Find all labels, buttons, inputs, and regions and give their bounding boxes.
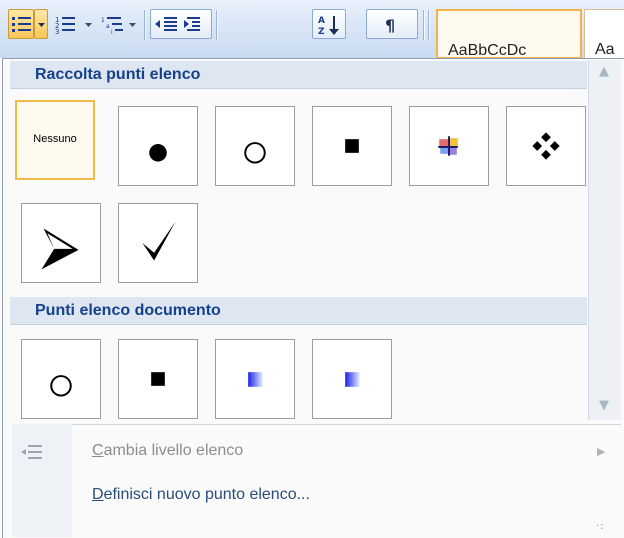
svg-text:3: 3 (55, 28, 59, 36)
multilevel-list-icon: 1 a i (101, 17, 136, 36)
multilevel-list-button[interactable]: 1 a i (98, 9, 140, 39)
scroll-down-icon[interactable]: ▼ (599, 398, 609, 413)
chevron-down-icon (85, 23, 92, 27)
section-header-library: Raccolta punti elenco (10, 61, 587, 89)
four-diamonds-bullet-icon (532, 132, 560, 160)
style-preview-text: AaBbCcDc (448, 42, 527, 59)
sort-icon: A Z (318, 16, 339, 37)
blue-gradient-square-bullet-icon (345, 372, 360, 387)
submenu-arrow-icon: ▶ (597, 445, 606, 458)
colored-cross-bullet-icon (438, 136, 458, 156)
menu-item-change-list-level[interactable]: Cambia livello elenco ▶ (12, 432, 612, 472)
bullet-option-four-diamonds[interactable] (506, 106, 586, 186)
svg-text:1: 1 (101, 17, 105, 24)
pilcrow-icon: ¶ (385, 16, 395, 35)
filled-square-bullet-icon (345, 139, 359, 153)
indent-group (150, 9, 212, 39)
section-title: Raccolta punti elenco (35, 66, 201, 83)
bullet-option-checkmark[interactable] (118, 203, 198, 283)
bullet-option-none[interactable]: Nessuno (15, 100, 95, 180)
numbering-dropdown-button[interactable] (82, 9, 94, 39)
style-normal[interactable]: AaBbCcDc (436, 9, 582, 59)
menu-item-define-new-bullet[interactable]: Definisci nuovo punto elenco... (12, 476, 612, 516)
change-level-icon (21, 445, 42, 459)
scroll-up-icon[interactable]: ▲ (599, 64, 609, 79)
document-bullet-blue-gradient-square[interactable] (312, 339, 392, 419)
decrease-indent-icon (155, 17, 177, 31)
section-header-document: Punti elenco documento (10, 297, 587, 325)
svg-text:i: i (111, 29, 113, 36)
document-bullet-hollow-circle[interactable] (21, 339, 101, 419)
bullet-option-filled-circle[interactable] (118, 106, 198, 186)
filled-circle-bullet-icon (149, 144, 167, 162)
bullet-option-arrowhead[interactable] (21, 203, 101, 283)
document-bullet-blue-gradient-square[interactable] (215, 339, 295, 419)
numbering-button[interactable]: 1 2 3 (52, 9, 80, 39)
numbering-icon: 1 2 3 (55, 16, 75, 36)
bullets-icon (12, 17, 31, 32)
bullets-button[interactable] (8, 9, 34, 39)
menu-item-label: Cambia livello elenco (92, 442, 244, 459)
menu-divider (12, 424, 621, 425)
gallery-scrollbar[interactable]: ▲ ▼ (588, 60, 621, 420)
hollow-circle-bullet-icon (50, 375, 72, 397)
resize-grip-icon[interactable]: ·: (596, 521, 605, 532)
svg-text:A: A (318, 16, 325, 26)
hollow-circle-bullet-icon (244, 142, 266, 164)
bullet-option-colored-cross[interactable] (409, 106, 489, 186)
style-next[interactable]: Aa (584, 9, 624, 59)
show-formatting-marks-button[interactable]: ¶ (366, 9, 418, 39)
arrowhead-bullet-icon (41, 228, 79, 270)
ribbon-separator (428, 10, 429, 40)
svg-text:a: a (106, 23, 110, 30)
svg-text:Z: Z (318, 27, 325, 37)
sort-button[interactable]: A Z (312, 9, 346, 39)
bullet-option-hollow-circle[interactable] (215, 106, 295, 186)
checkmark-bullet-icon (142, 221, 176, 261)
increase-indent-icon (184, 17, 200, 31)
ribbon-separator (144, 10, 145, 40)
ribbon-separator (216, 10, 217, 40)
menu-item-label: Definisci nuovo punto elenco... (92, 486, 310, 503)
ribbon-paragraph-strip: 1 2 3 1 a i A Z ¶ AaBbCcDc Aa (0, 0, 624, 59)
document-bullet-filled-square[interactable] (118, 339, 198, 419)
section-title: Punti elenco documento (35, 302, 221, 319)
chevron-down-icon (38, 23, 45, 27)
bullet-none-label: Nessuno (33, 133, 77, 145)
blue-gradient-square-bullet-icon (248, 372, 263, 387)
filled-square-bullet-icon (151, 372, 165, 386)
bullets-dropdown-button[interactable] (34, 9, 48, 39)
style-preview-text: Aa (595, 41, 615, 58)
bullet-option-filled-square[interactable] (312, 106, 392, 186)
ribbon-separator (423, 10, 424, 40)
svg-text:¶: ¶ (385, 16, 395, 35)
